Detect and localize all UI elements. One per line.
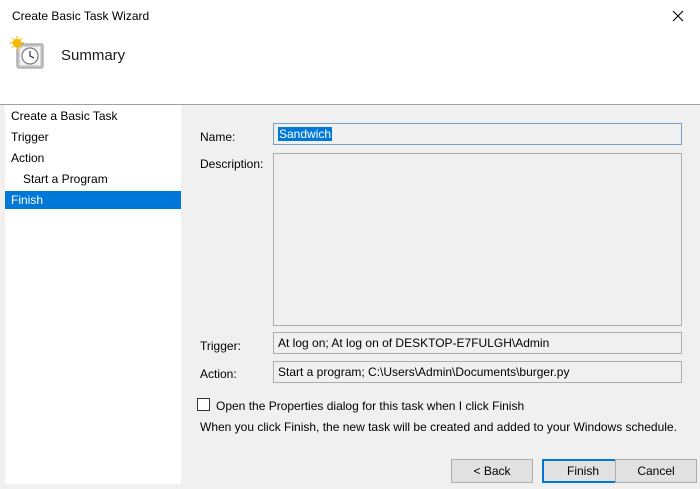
action-field[interactable]: Start a program; C:\Users\Admin\Document… <box>273 361 682 383</box>
name-field[interactable]: Sandwich <box>273 123 682 145</box>
nav-item-action: Action <box>11 151 45 165</box>
open-properties-label[interactable]: Open the Properties dialog for this task… <box>216 399 524 413</box>
back-button[interactable]: < Back <box>451 459 533 483</box>
info-text: When you click Finish, the new task will… <box>200 420 677 434</box>
name-value: Sandwich <box>278 127 333 141</box>
nav-item-finish: Finish <box>5 191 181 209</box>
wizard-steps: Create a Basic Task Trigger Action Start… <box>5 105 181 484</box>
nav-item-trigger: Trigger <box>11 130 49 144</box>
nav-item-start-program: Start a Program <box>23 172 108 186</box>
wizard-header: Summary <box>0 32 700 105</box>
window-title: Create Basic Task Wizard <box>12 9 150 23</box>
title-bar: Create Basic Task Wizard <box>0 0 700 32</box>
open-properties-checkbox[interactable] <box>197 398 210 411</box>
close-icon <box>672 10 684 22</box>
name-label: Name: <box>200 130 236 144</box>
cancel-button[interactable]: Cancel <box>615 459 697 483</box>
finish-button[interactable]: Finish <box>542 459 624 483</box>
description-label: Description: <box>200 157 264 171</box>
trigger-field[interactable]: At log on; At log on of DESKTOP-E7FULGH\… <box>273 332 682 354</box>
description-field[interactable] <box>273 153 682 326</box>
page-title: Summary <box>61 47 126 64</box>
trigger-label: Trigger: <box>200 339 241 353</box>
action-label: Action: <box>200 367 237 381</box>
task-scheduler-icon <box>10 36 44 69</box>
nav-item-create-basic-task: Create a Basic Task <box>11 109 118 123</box>
close-button[interactable] <box>656 2 700 30</box>
